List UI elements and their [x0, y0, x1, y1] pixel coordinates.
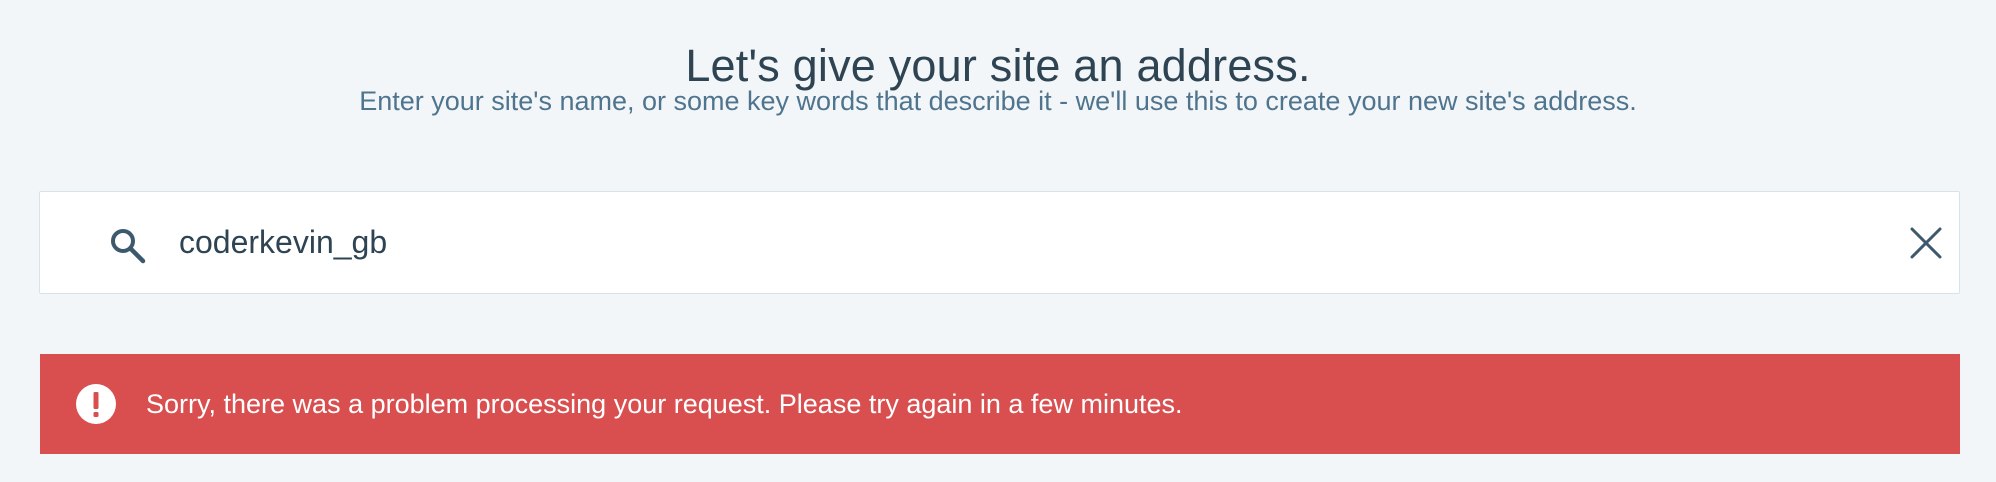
error-notice-message: Sorry, there was a problem processing yo… — [146, 389, 1183, 419]
page-subtitle: Enter your site's name, or some key word… — [359, 86, 1637, 116]
error-notice: Sorry, there was a problem processing yo… — [40, 354, 1960, 454]
site-address-search-input[interactable] — [179, 214, 1879, 270]
site-address-search-box[interactable] — [39, 191, 1960, 294]
site-address-page: Let's give your site an address. Enter y… — [0, 0, 1996, 482]
